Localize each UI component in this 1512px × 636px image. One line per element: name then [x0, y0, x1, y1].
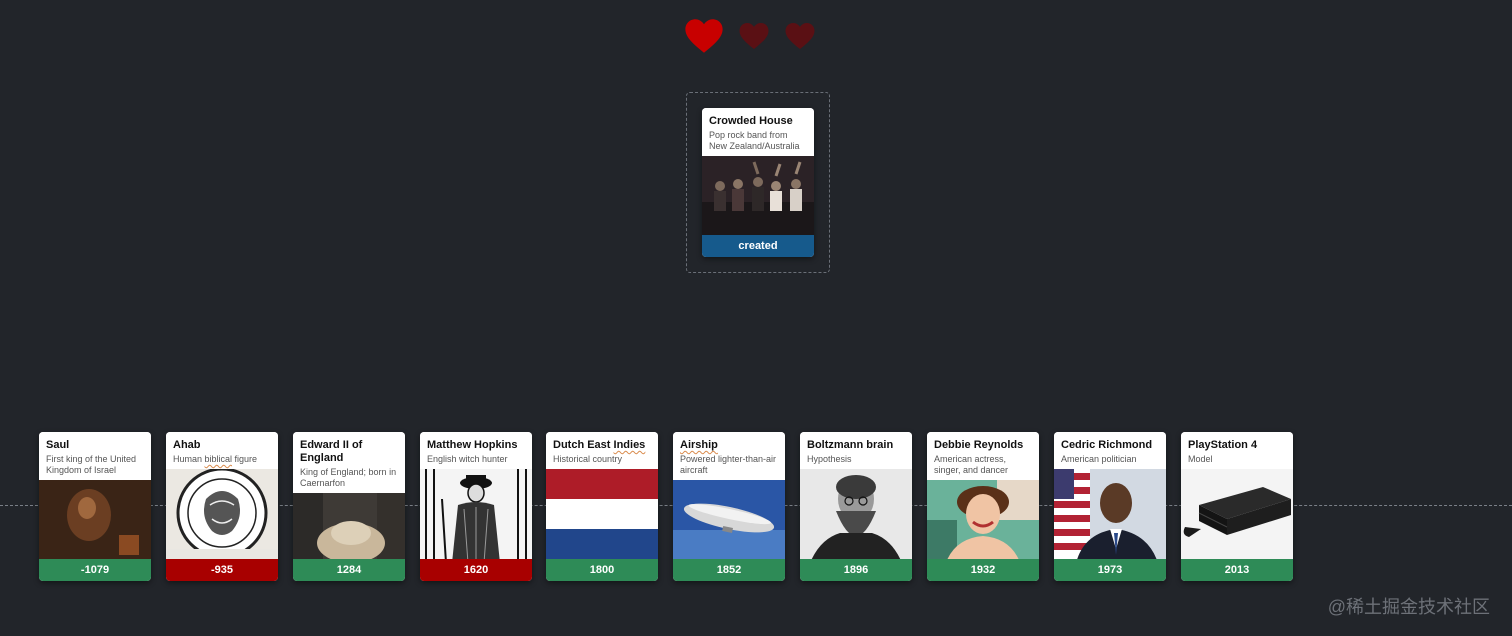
timeline-card-dutch-east-indies: Dutch East Indies Historical country 180…	[546, 432, 658, 581]
portrait-photo-icon	[800, 469, 912, 559]
card-description: American politician	[1061, 454, 1137, 464]
card-year: -1079	[39, 559, 151, 581]
band-photo-icon	[702, 156, 814, 235]
timeline-card-matthew-hopkins: Matthew Hopkins English witch hunter 162…	[420, 432, 532, 581]
timeline-card-playstation-4: PlayStation 4 Model 2013	[1181, 432, 1293, 581]
card-title: Airship	[680, 439, 718, 451]
current-card[interactable]: Crowded House Pop rock band from New Zea…	[702, 108, 814, 257]
card-year: 1800	[546, 559, 658, 581]
card-info: Dutch East Indies Historical country	[546, 432, 658, 469]
zeppelin-icon	[673, 480, 785, 559]
watermark: @稀土掘金技术社区	[1327, 597, 1490, 617]
card-title: Matthew Hopkins	[427, 439, 518, 451]
card-info: Airship Powered lighter-than-air aircraf…	[673, 432, 785, 480]
card-description: Hypothesis	[807, 454, 852, 464]
card-label: created	[702, 235, 814, 257]
timeline-card-saul: Saul First king of the United Kingdom of…	[39, 432, 151, 581]
card-title: Cedric Richmond	[1061, 439, 1153, 451]
card-description: Powered lighter-than-air aircraft	[680, 454, 777, 475]
card-year: 1620	[420, 559, 532, 581]
card-title: Ahab	[173, 439, 201, 451]
painting-portrait-icon	[39, 480, 151, 559]
portrait-photo-icon	[927, 480, 1039, 559]
card-info: Matthew Hopkins English witch hunter	[420, 432, 532, 469]
card-info: Debbie Reynolds American actress, singer…	[927, 432, 1039, 480]
card-title: Dutch East Indies	[553, 439, 646, 451]
card-description: King of England; born in Caernarfon	[300, 467, 397, 488]
card-info: Ahab Human biblical figure	[166, 432, 278, 469]
timeline-card-edward-ii: Edward II of England King of England; bo…	[293, 432, 405, 581]
card-info: Crowded House Pop rock band from New Zea…	[702, 108, 814, 156]
card-year: 1973	[1054, 559, 1166, 581]
card-description: First king of the United Kingdom of Isra…	[46, 454, 137, 475]
card-year: 1284	[293, 559, 405, 581]
coin-engraving-icon	[166, 469, 278, 559]
card-description: Pop rock band from New Zealand/Australia	[709, 130, 800, 151]
card-title: PlayStation 4	[1188, 439, 1258, 451]
card-title: Saul	[46, 439, 70, 451]
card-description: English witch hunter	[427, 454, 508, 464]
card-info: PlayStation 4 Model	[1181, 432, 1293, 469]
woodcut-figure-icon	[420, 469, 532, 559]
tomb-effigy-icon	[293, 493, 405, 559]
card-title: Debbie Reynolds	[934, 439, 1024, 451]
card-description: Model	[1188, 454, 1213, 464]
lives-indicator	[684, 16, 830, 56]
timeline-card-airship: Airship Powered lighter-than-air aircraf…	[673, 432, 785, 581]
heart-lost-icon	[739, 22, 769, 50]
card-year: -935	[166, 559, 278, 581]
card-year: 1932	[927, 559, 1039, 581]
game-console-icon	[1181, 469, 1293, 559]
card-year: 2013	[1181, 559, 1293, 581]
card-info: Cedric Richmond American politician	[1054, 432, 1166, 469]
card-year: 1852	[673, 559, 785, 581]
flag-icon	[546, 469, 658, 559]
card-info: Edward II of England King of England; bo…	[293, 432, 405, 493]
card-title: Boltzmann brain	[807, 439, 894, 451]
card-title: Crowded House	[709, 115, 793, 127]
timeline-card-ahab: Ahab Human biblical figure -935	[166, 432, 278, 581]
card-title: Edward II of England	[300, 439, 363, 464]
card-description: Historical country	[553, 454, 623, 464]
timeline-card-boltzmann-brain: Boltzmann brain Hypothesis 1896	[800, 432, 912, 581]
card-info: Saul First king of the United Kingdom of…	[39, 432, 151, 480]
timeline-card-cedric-richmond: Cedric Richmond American politician 1973	[1054, 432, 1166, 581]
portrait-photo-icon	[1054, 469, 1166, 559]
timeline-card-debbie-reynolds: Debbie Reynolds American actress, singer…	[927, 432, 1039, 581]
card-year: 1896	[800, 559, 912, 581]
heart-lost-icon	[785, 22, 815, 50]
card-info: Boltzmann brain Hypothesis	[800, 432, 912, 469]
heart-icon	[685, 19, 723, 53]
card-description: American actress, singer, and dancer	[934, 454, 1009, 475]
card-description: Human biblical figure	[173, 454, 258, 464]
